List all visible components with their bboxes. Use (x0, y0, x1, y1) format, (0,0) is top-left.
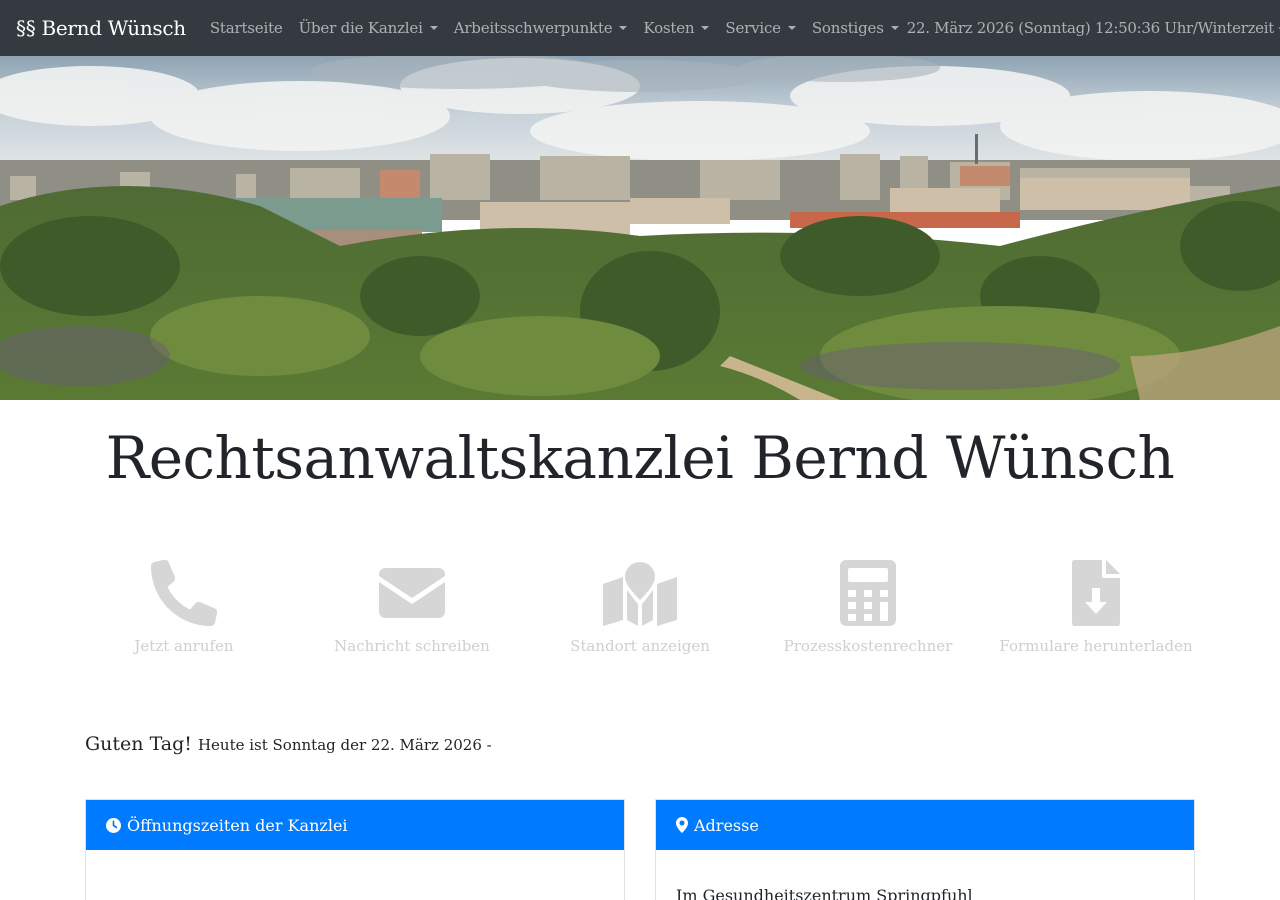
action-label: Nachricht schreiben (334, 637, 490, 655)
card-title: Öffnungszeiten der Kanzlei (127, 815, 348, 835)
chevron-down-icon (890, 26, 899, 30)
address-card: Adresse Im Gesundheitszentrum Springpfuh… (655, 799, 1195, 900)
action-label: Formulare herunterladen (999, 637, 1193, 655)
action-forms[interactable]: Formulare herunterladen (982, 558, 1210, 658)
clock-text: 22. März 2026 (Sonntag) 12:50:36 Uhr/Win… (906, 19, 1275, 37)
greeting: Guten Tag! Heute ist Sonntag der 22. Mär… (85, 733, 492, 755)
action-location[interactable]: Standort anzeigen (526, 558, 754, 658)
action-label: Standort anzeigen (570, 637, 710, 655)
chevron-down-icon (619, 26, 628, 30)
action-calculator[interactable]: Prozesskostenrechner (754, 558, 982, 658)
nav-startseite[interactable]: Startseite (202, 19, 291, 37)
map-marker-icon (676, 817, 688, 833)
page-title: Rechtsanwaltskanzlei Bernd Wünsch (105, 424, 1175, 492)
nav-label: Kosten (643, 19, 695, 37)
opening-hours-card: Öffnungszeiten der Kanzlei (85, 799, 625, 900)
clock-display: 22. März 2026 (Sonntag) 12:50:36 Uhr/Win… (907, 19, 1280, 37)
nav-service[interactable]: Service (717, 19, 803, 37)
nav-label: Service (725, 19, 781, 37)
card-header: Öffnungszeiten der Kanzlei (86, 800, 624, 850)
brand-link[interactable]: §§ Bernd Wünsch (16, 16, 186, 40)
chevron-down-icon (701, 26, 710, 30)
greeting-today: Heute ist Sonntag der 22. März 2026 - (197, 736, 492, 754)
nav-sonstiges[interactable]: Sonstiges (804, 19, 907, 37)
greeting-hello: Guten Tag! (85, 733, 192, 755)
nav-kosten[interactable]: Kosten (635, 19, 717, 37)
nav-arbeitsschwerpunkte[interactable]: Arbeitsschwerpunkte (446, 19, 636, 37)
chevron-down-icon (429, 26, 438, 30)
nav-ueber-die-kanzlei[interactable]: Über die Kanzlei (291, 19, 446, 37)
nav-label: Sonstiges (811, 19, 884, 37)
card-header: Adresse (656, 800, 1194, 850)
envelope-icon (379, 568, 445, 618)
chevron-down-icon (787, 26, 796, 30)
action-message[interactable]: Nachricht schreiben (298, 558, 526, 658)
clock-icon (106, 817, 121, 833)
map-icon (603, 562, 677, 626)
main-nav: Startseite Über die Kanzlei Arbeitsschwe… (202, 19, 907, 37)
phone-icon (151, 560, 217, 626)
quick-actions: Jetzt anrufen Nachricht schreiben Stando… (70, 558, 1210, 658)
file-download-icon (1072, 560, 1120, 626)
nav-label: Arbeitsschwerpunkte (453, 19, 613, 37)
card-body: Im Gesundheitszentrum Springpfuhl (676, 886, 973, 900)
card-title: Adresse (694, 815, 759, 835)
nav-label: Startseite (209, 19, 283, 37)
calculator-icon (840, 560, 896, 626)
action-label: Jetzt anrufen (134, 637, 234, 655)
hero-image (0, 56, 1280, 400)
top-navbar: §§ Bernd Wünsch Startseite Über die Kanz… (0, 0, 1280, 56)
action-label: Prozesskostenrechner (783, 637, 953, 655)
nav-label: Über die Kanzlei (298, 19, 423, 37)
card-body (86, 850, 624, 886)
action-call[interactable]: Jetzt anrufen (70, 558, 298, 658)
